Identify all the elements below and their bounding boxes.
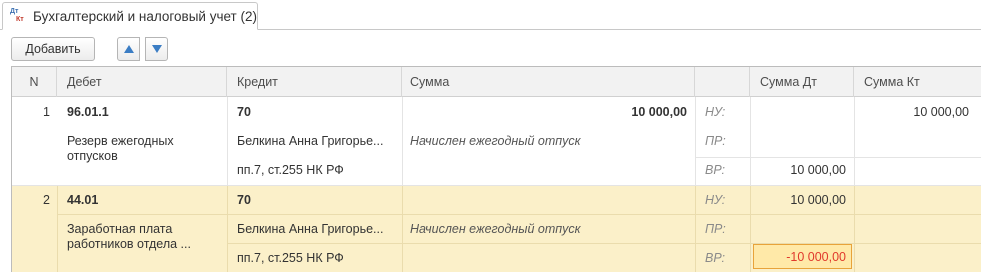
nu-sum-dt[interactable]: 10 000,00 <box>750 193 846 208</box>
column-header-credit[interactable]: Кредит <box>227 67 402 97</box>
debit-icon-letter: Дт <box>10 8 19 15</box>
tab-strip: Дт Кт Бухгалтерский и налоговый учет (2) <box>0 0 981 30</box>
debit-subconto[interactable]: Заработная плата работников отдела ... <box>67 222 217 252</box>
column-divider <box>57 186 58 272</box>
row-number: 1 <box>43 105 50 119</box>
credit-subconto-2[interactable]: пп.7, ст.255 НК РФ <box>237 163 344 178</box>
credit-account[interactable]: 70 <box>237 193 251 208</box>
nu-sum-kt[interactable]: 10 000,00 <box>854 105 969 120</box>
debit-account[interactable]: 96.01.1 <box>67 105 109 120</box>
row-divider <box>227 243 981 244</box>
arrow-up-icon <box>123 45 134 53</box>
table-header: N Дебет Кредит Сумма Сумма Дт Сумма Кт <box>12 67 981 97</box>
credit-subconto[interactable]: Белкина Анна Григорье... <box>237 134 383 149</box>
row-divider <box>695 157 981 158</box>
table-row[interactable]: 1 96.01.1 70 10 000,00 НУ: 10 000,00 Рез… <box>12 97 981 186</box>
column-header-n[interactable]: N <box>12 67 57 97</box>
vr-label: ВР: <box>705 251 726 265</box>
column-divider <box>695 97 696 186</box>
debit-subconto[interactable]: Резерв ежегодных отпусков <box>67 134 217 164</box>
pr-label: ПР: <box>705 134 726 148</box>
entry-content[interactable]: Начислен ежегодный отпуск <box>410 222 581 237</box>
table-row-selected[interactable]: 2 44.01 70 НУ: 10 000,00 Заработная плат… <box>12 186 981 272</box>
column-divider <box>227 97 228 186</box>
entry-content[interactable]: Начислен ежегодный отпуск <box>410 134 581 149</box>
column-divider <box>402 186 403 272</box>
nu-label: НУ: <box>705 105 726 119</box>
arrow-down-icon <box>151 45 162 53</box>
credit-account[interactable]: 70 <box>237 105 251 120</box>
column-header-sum-dt[interactable]: Сумма Дт <box>750 67 854 97</box>
column-divider <box>227 186 228 272</box>
vr-label: ВР: <box>705 163 726 177</box>
column-header-sum-kt[interactable]: Сумма Кт <box>854 67 981 97</box>
nu-label: НУ: <box>705 193 726 207</box>
sum-value[interactable]: 10 000,00 <box>402 105 687 120</box>
column-divider <box>695 186 696 272</box>
debit-account[interactable]: 44.01 <box>67 193 98 208</box>
vr-sum-dt[interactable]: -10 000,00 <box>750 250 846 265</box>
column-header-account-type[interactable] <box>695 67 750 97</box>
pr-label: ПР: <box>705 222 726 236</box>
tab-accounting-tax[interactable]: Дт Кт Бухгалтерский и налоговый учет (2) <box>2 2 258 30</box>
vr-sum-dt[interactable]: 10 000,00 <box>750 163 846 178</box>
add-button[interactable]: Добавить <box>11 37 95 61</box>
column-header-sum[interactable]: Сумма <box>402 67 695 97</box>
credit-subconto[interactable]: Белкина Анна Григорье... <box>237 222 383 237</box>
entries-table[interactable]: N Дебет Кредит Сумма Сумма Дт Сумма Кт 1… <box>11 66 981 272</box>
row-number: 2 <box>43 193 50 207</box>
credit-icon-letter: Кт <box>16 16 24 23</box>
debit-credit-icon: Дт Кт <box>9 6 29 26</box>
move-down-button[interactable] <box>145 37 168 61</box>
credit-subconto-2[interactable]: пп.7, ст.255 НК РФ <box>237 251 344 266</box>
column-divider <box>854 186 855 272</box>
move-up-button[interactable] <box>117 37 140 61</box>
tab-label: Бухгалтерский и налоговый учет (2) <box>33 8 257 24</box>
row-divider <box>57 214 981 215</box>
column-header-debit[interactable]: Дебет <box>57 67 227 97</box>
